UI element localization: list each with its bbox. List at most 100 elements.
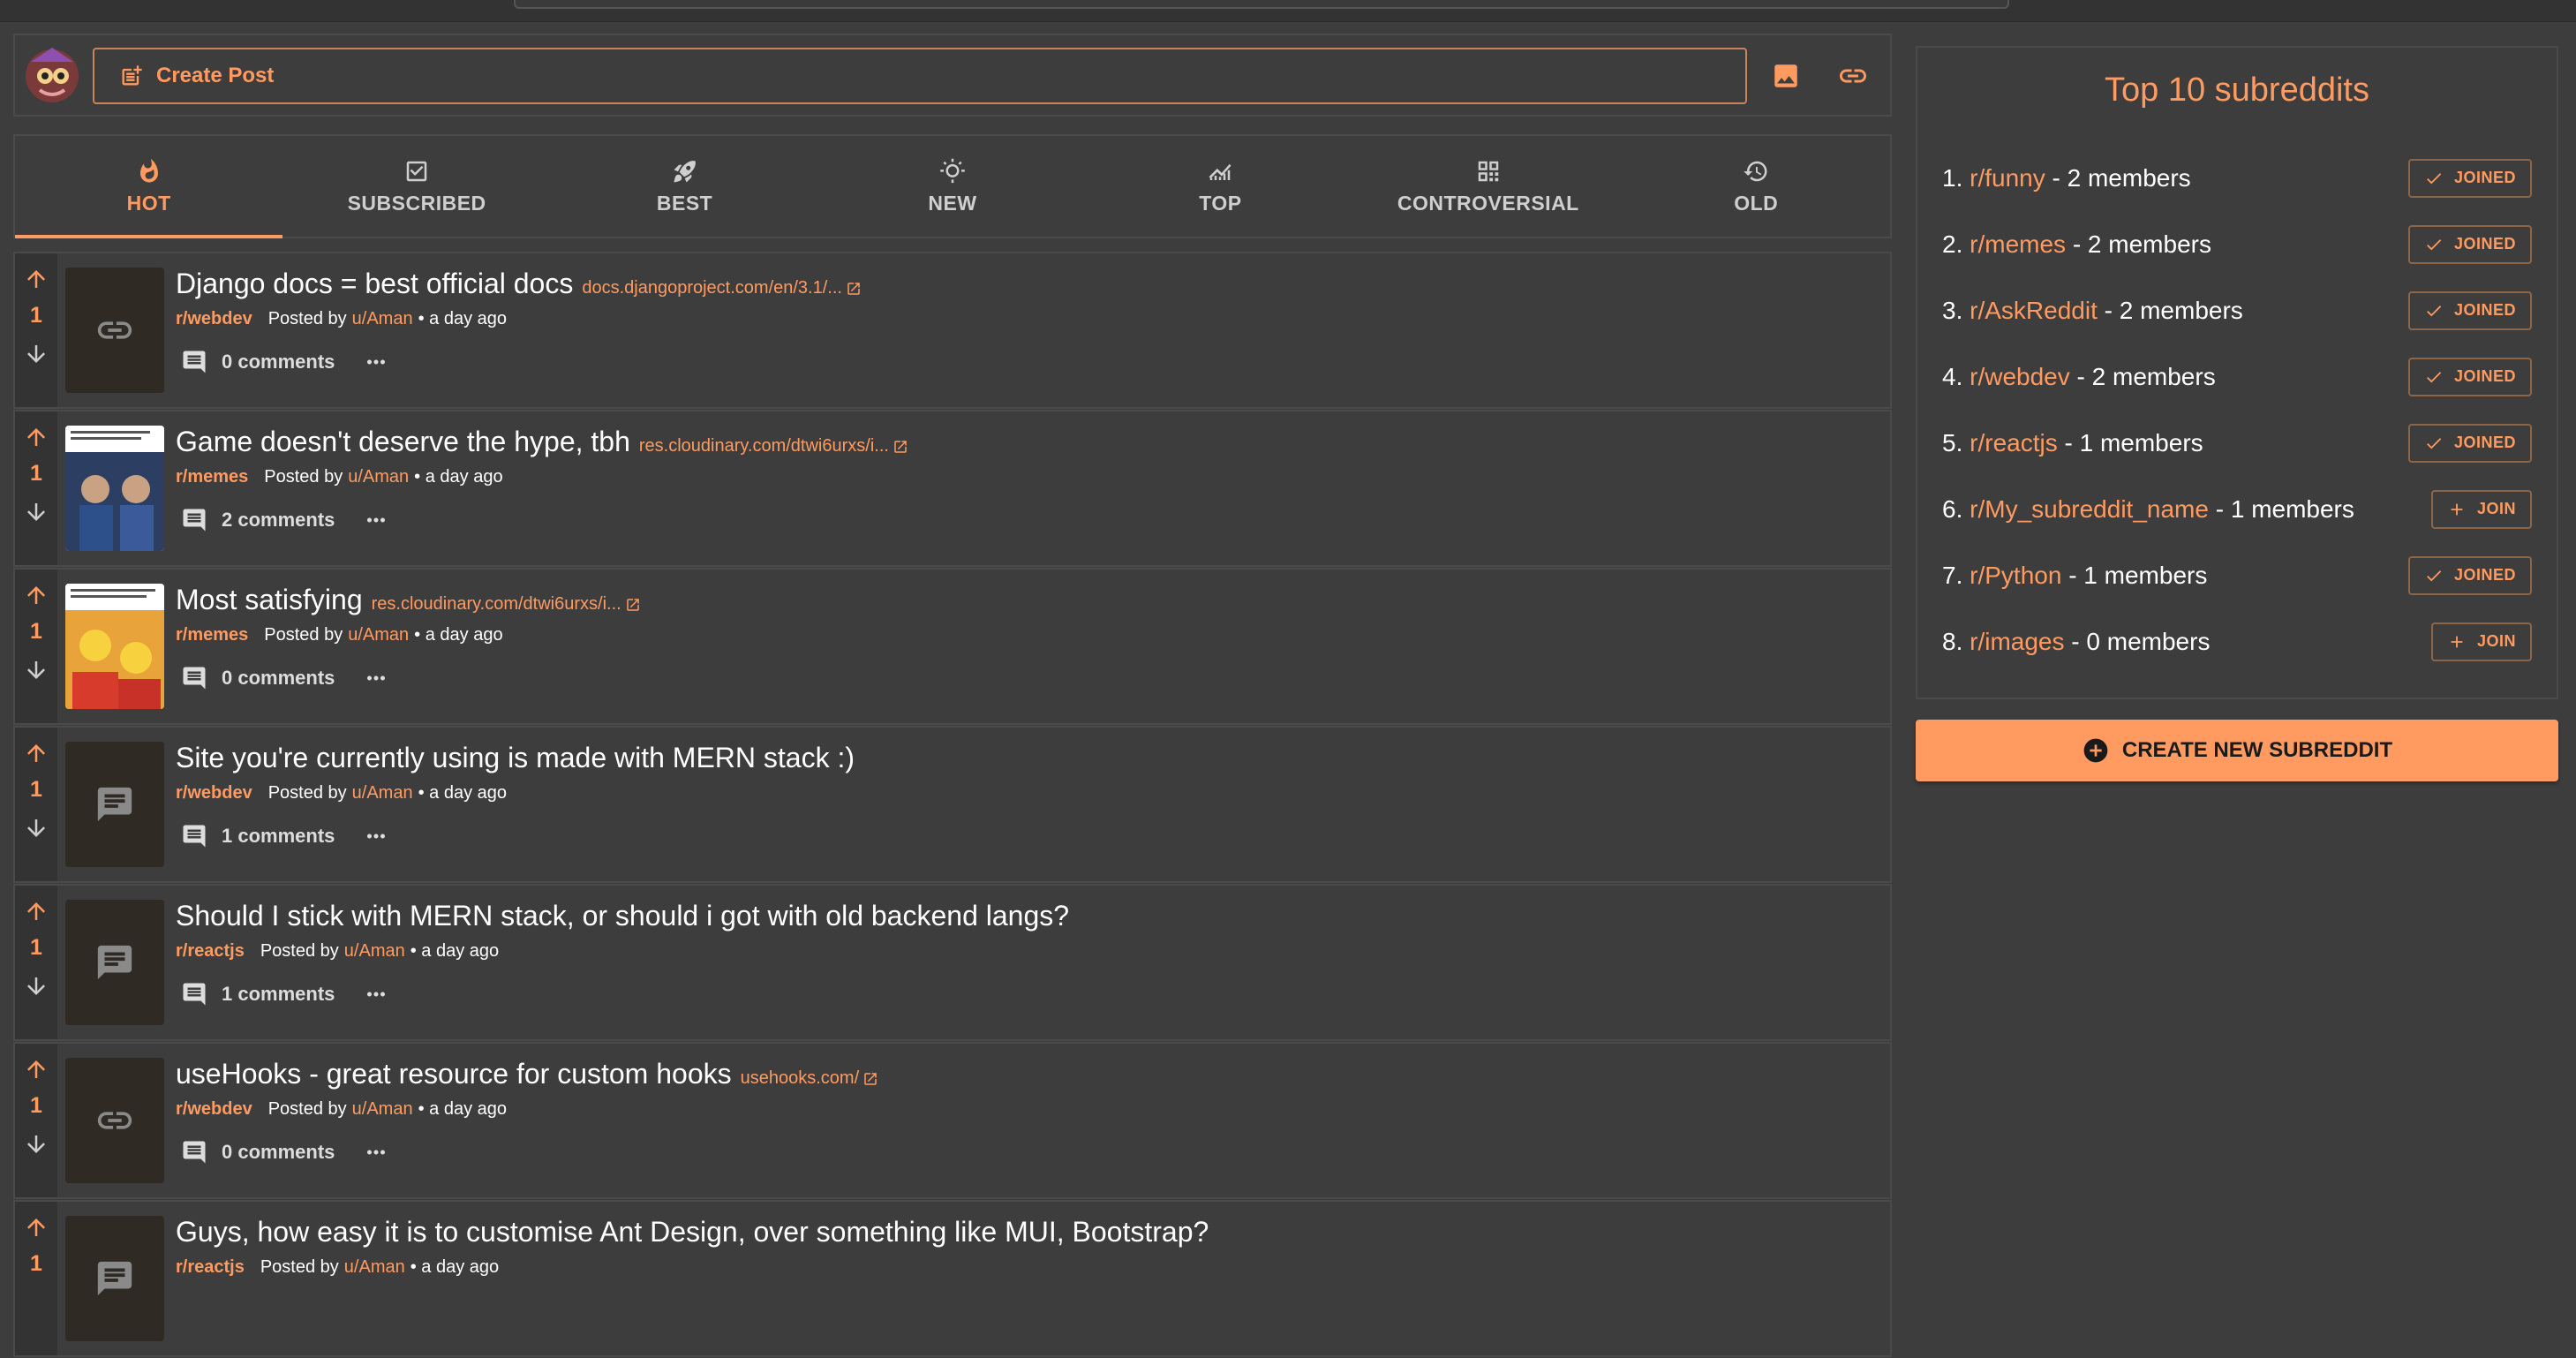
upvote-arrow-icon[interactable] <box>23 1214 49 1241</box>
post-card[interactable]: 1 Should I stick with MERN stack, or sho… <box>13 884 1892 1041</box>
upvote-arrow-icon[interactable] <box>23 740 49 766</box>
post-subreddit[interactable]: r/webdev <box>176 1099 252 1120</box>
tab-old[interactable]: OLD <box>1623 136 1890 237</box>
joined-button[interactable]: JOINED <box>2407 290 2532 330</box>
post-subreddit[interactable]: r/webdev <box>176 309 252 329</box>
join-button[interactable]: JOIN <box>2430 489 2532 529</box>
post-thumbnail[interactable] <box>65 1058 164 1183</box>
post-link[interactable]: res.cloudinary.com/dtwi6urxs/i... <box>372 594 641 615</box>
tab-top[interactable]: TOP <box>1087 136 1354 237</box>
subreddit-link[interactable]: r/funny <box>1970 164 2045 192</box>
join-button[interactable]: JOIN <box>2430 622 2532 661</box>
comments-button[interactable]: 0 comments <box>181 349 335 375</box>
subreddit-link[interactable]: r/Python <box>1970 562 2061 589</box>
post-title[interactable]: Django docs = best official docs <box>176 268 573 300</box>
post-thumbnail[interactable] <box>65 900 164 1025</box>
more-options-icon[interactable] <box>363 665 389 691</box>
post-list: 1 Django docs = best official docs docs.… <box>13 252 1892 1358</box>
more-options-icon[interactable] <box>363 507 389 533</box>
link-post-button[interactable] <box>1835 58 1871 94</box>
post-author[interactable]: u/Aman <box>348 467 409 487</box>
image-post-button[interactable] <box>1768 58 1804 94</box>
subreddit-link[interactable]: r/reactjs <box>1970 429 2058 456</box>
joined-button[interactable]: JOINED <box>2407 224 2532 264</box>
post-thumbnail[interactable] <box>65 742 164 867</box>
create-post-button[interactable]: Create Post <box>93 48 1747 104</box>
comments-button[interactable]: 0 comments <box>181 665 335 691</box>
add-circle-icon <box>2083 738 2108 763</box>
tab-subscribed[interactable]: SUBSCRIBED <box>282 136 550 237</box>
post-author[interactable]: u/Aman <box>352 309 413 329</box>
more-options-icon[interactable] <box>363 349 389 375</box>
joined-button[interactable]: JOINED <box>2407 357 2532 396</box>
upvote-arrow-icon[interactable] <box>23 266 49 292</box>
subreddit-link[interactable]: r/AskReddit <box>1970 297 2098 324</box>
post-card[interactable]: 1 Guys, how easy it is to customise Ant … <box>13 1200 1892 1357</box>
post-author[interactable]: u/Aman <box>344 941 405 962</box>
post-title[interactable]: useHooks - great resource for custom hoo… <box>176 1058 732 1090</box>
subreddit-link[interactable]: r/images <box>1970 628 2064 655</box>
post-subreddit[interactable]: r/reactjs <box>176 941 245 962</box>
post-thumbnail-image[interactable] <box>65 584 164 709</box>
post-title[interactable]: Most satisfying <box>176 584 363 616</box>
post-title[interactable]: Should I stick with MERN stack, or shoul… <box>176 900 1069 932</box>
tab-new[interactable]: NEW <box>818 136 1086 237</box>
downvote-arrow-icon[interactable] <box>23 1131 49 1158</box>
more-options-icon[interactable] <box>363 823 389 849</box>
search-bar[interactable] <box>514 0 2009 9</box>
post-author[interactable]: u/Aman <box>352 1099 413 1120</box>
post-author[interactable]: u/Aman <box>352 783 413 803</box>
post-title[interactable]: Game doesn't deserve the hype, tbh <box>176 426 630 458</box>
subreddit-link[interactable]: r/webdev <box>1970 363 2070 390</box>
subreddit-rank: 7. <box>1942 561 1963 589</box>
comments-button[interactable]: 1 comments <box>181 981 335 1007</box>
post-title[interactable]: Guys, how easy it is to customise Ant De… <box>176 1216 1209 1249</box>
upvote-arrow-icon[interactable] <box>23 898 49 924</box>
joined-button[interactable]: JOINED <box>2407 555 2532 595</box>
subreddit-link[interactable]: r/memes <box>1970 230 2066 258</box>
subreddit-members: - 2 members <box>2097 296 2243 324</box>
post-title[interactable]: Site you're currently using is made with… <box>176 742 855 774</box>
upvote-arrow-icon[interactable] <box>23 424 49 450</box>
post-subreddit[interactable]: r/memes <box>176 625 248 645</box>
upvote-arrow-icon[interactable] <box>23 582 49 608</box>
post-thumbnail[interactable] <box>65 1216 164 1341</box>
downvote-arrow-icon[interactable] <box>23 973 49 1000</box>
post-subreddit[interactable]: r/memes <box>176 467 248 487</box>
downvote-arrow-icon[interactable] <box>23 815 49 841</box>
tab-controversial[interactable]: CONTROVERSIAL <box>1354 136 1622 237</box>
post-subreddit[interactable]: r/webdev <box>176 783 252 803</box>
tab-best[interactable]: BEST <box>551 136 818 237</box>
post-time: • a day ago <box>418 309 508 328</box>
downvote-arrow-icon[interactable] <box>23 499 49 525</box>
subreddit-link[interactable]: r/My_subreddit_name <box>1970 495 2209 523</box>
posted-by-label: Posted by <box>260 941 339 961</box>
upvote-arrow-icon[interactable] <box>23 1056 49 1083</box>
post-thumbnail-image[interactable] <box>65 426 164 551</box>
post-card[interactable]: 1 Django docs = best official docs docs.… <box>13 252 1892 409</box>
check-icon <box>2427 172 2442 184</box>
post-subreddit[interactable]: r/reactjs <box>176 1257 245 1278</box>
post-card[interactable]: 1 Most satisfying res.cloudinary.com/dtw… <box>13 568 1892 725</box>
post-card[interactable]: 1 useHooks - great resource for custom h… <box>13 1042 1892 1199</box>
post-card[interactable]: 1 Site you're currently using is made wi… <box>13 726 1892 883</box>
create-new-subreddit-button[interactable]: CREATE NEW SUBREDDIT <box>1916 720 2558 781</box>
tab-hot[interactable]: HOT <box>15 136 283 238</box>
post-link[interactable]: usehooks.com/ <box>741 1068 879 1089</box>
downvote-arrow-icon[interactable] <box>23 341 49 367</box>
comments-button[interactable]: 0 comments <box>181 1139 335 1166</box>
joined-button[interactable]: JOINED <box>2407 423 2532 463</box>
post-author[interactable]: u/Aman <box>344 1257 405 1278</box>
comments-button[interactable]: 2 comments <box>181 507 335 533</box>
joined-button[interactable]: JOINED <box>2407 158 2532 198</box>
more-options-icon[interactable] <box>363 1139 389 1166</box>
downvote-arrow-icon[interactable] <box>23 657 49 683</box>
comments-button[interactable]: 1 comments <box>181 823 335 849</box>
post-link[interactable]: res.cloudinary.com/dtwi6urxs/i... <box>639 436 908 456</box>
post-author[interactable]: u/Aman <box>348 625 409 645</box>
post-card[interactable]: 1 Game doesn't deserve the hype, tbh res… <box>13 410 1892 567</box>
post-thumbnail[interactable] <box>65 268 164 393</box>
avatar[interactable] <box>22 42 82 106</box>
post-link[interactable]: docs.djangoproject.com/en/3.1/... <box>582 278 862 298</box>
more-options-icon[interactable] <box>363 981 389 1007</box>
